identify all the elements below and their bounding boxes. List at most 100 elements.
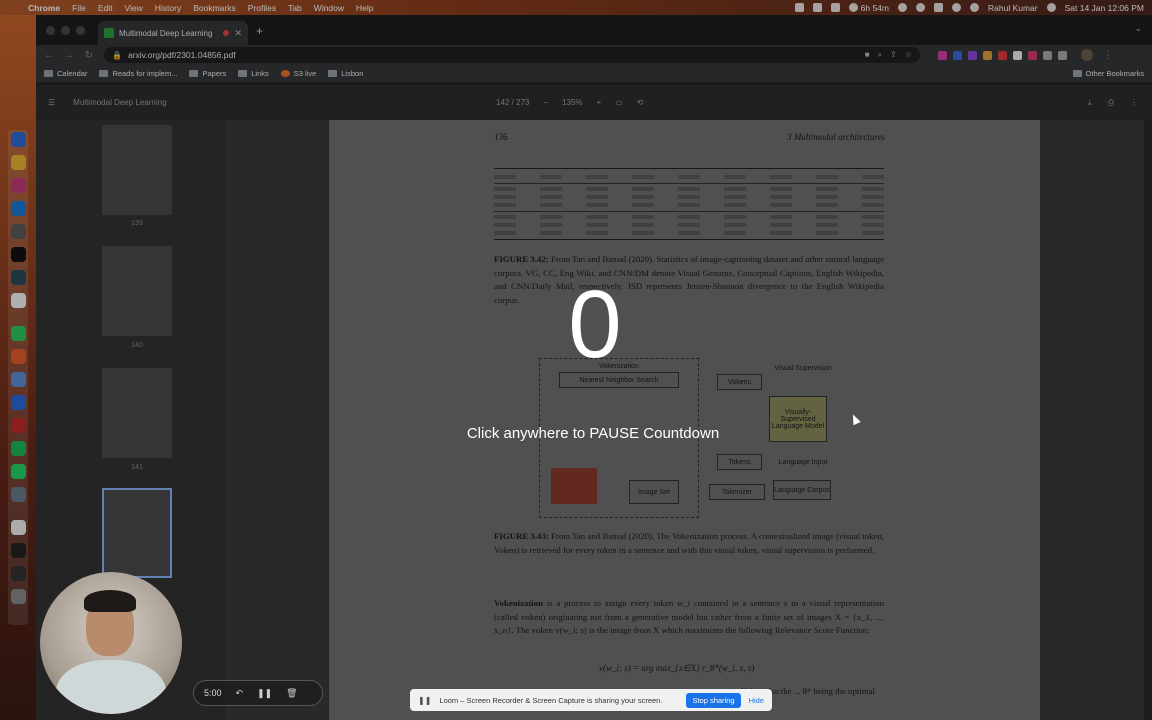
- messages-icon[interactable]: [11, 326, 26, 341]
- app-icon[interactable]: [11, 349, 26, 364]
- countdown-pause-hint[interactable]: Click anywhere to PAUSE Countdown: [393, 425, 793, 442]
- bookmark-s3-live[interactable]: S3 live: [280, 69, 316, 78]
- spotlight-search-icon[interactable]: [970, 3, 979, 12]
- sidebar-icon[interactable]: [1058, 50, 1067, 60]
- screen-time-timer[interactable]: 6h 54m: [848, 3, 889, 13]
- extension-icon[interactable]: [968, 50, 977, 60]
- menu-tab[interactable]: Tab: [288, 3, 302, 13]
- menu-window[interactable]: Window: [314, 3, 344, 13]
- fit-page-icon[interactable]: ▭: [615, 98, 623, 107]
- countdown-number[interactable]: 0: [545, 270, 645, 380]
- pause-icon[interactable]: ❚❚: [257, 688, 272, 699]
- menu-bookmarks[interactable]: Bookmarks: [193, 3, 236, 13]
- profile-avatar[interactable]: [1081, 49, 1093, 61]
- camera-icon[interactable]: ■: [865, 50, 870, 60]
- puzzle-icon[interactable]: [1043, 50, 1052, 60]
- page-indicator[interactable]: 142 / 273: [496, 98, 529, 107]
- menu-app-name[interactable]: Chrome: [28, 3, 60, 13]
- extension-icon[interactable]: [983, 50, 992, 60]
- new-tab-icon[interactable]: +: [256, 24, 263, 38]
- calendar-icon[interactable]: [794, 3, 804, 12]
- bookmark-links[interactable]: Links: [238, 69, 269, 78]
- menu-help[interactable]: Help: [356, 3, 373, 13]
- reload-icon[interactable]: ↻: [84, 50, 94, 61]
- zoom-in-icon[interactable]: +: [597, 98, 602, 107]
- translate-icon[interactable]: [953, 50, 962, 60]
- finder-icon[interactable]: [11, 132, 26, 147]
- pycharm-icon[interactable]: [11, 270, 26, 285]
- address-bar[interactable]: 🔒 arxiv.org/pdf/2301.04856.pdf ■ ⌕ ⇪ ☆: [104, 47, 920, 63]
- teams-icon[interactable]: [11, 372, 26, 387]
- bookmark-reads[interactable]: Reads for implem...: [99, 69, 177, 78]
- more-menu-icon[interactable]: ⋮: [1103, 50, 1113, 61]
- document-icon[interactable]: [11, 520, 26, 535]
- close-tab-icon[interactable]: ✕: [234, 28, 242, 39]
- slack-icon[interactable]: [11, 178, 26, 193]
- stop-sharing-button[interactable]: Stop sharing: [686, 692, 741, 708]
- bookmark-calendar[interactable]: Calendar: [44, 69, 87, 78]
- tab-active[interactable]: Multimodal Deep Learning ✕: [98, 21, 248, 45]
- user-name[interactable]: Rahul Kumar: [988, 3, 1038, 13]
- forward-icon[interactable]: →: [64, 50, 74, 61]
- extension-icon[interactable]: [938, 50, 947, 60]
- control-center-icon[interactable]: [1046, 3, 1056, 12]
- wifi-icon[interactable]: [952, 3, 961, 12]
- trash-recording-icon[interactable]: 🗑: [286, 688, 297, 699]
- drag-handle-icon[interactable]: ❚❚: [418, 696, 431, 705]
- hamburger-menu-icon[interactable]: ☰: [48, 98, 55, 107]
- whatsapp-icon[interactable]: [11, 464, 26, 479]
- extension-icon[interactable]: [1028, 50, 1037, 60]
- menu-file[interactable]: File: [72, 3, 86, 13]
- chrome-icon[interactable]: [11, 155, 26, 170]
- extension-icon[interactable]: [998, 50, 1007, 60]
- more-options-icon[interactable]: ⋮: [1130, 98, 1138, 107]
- preview-icon[interactable]: [11, 487, 26, 502]
- screenshot-icon[interactable]: [11, 543, 26, 558]
- thumbnail-page-selected[interactable]: [102, 488, 172, 578]
- info-icon[interactable]: [898, 3, 907, 12]
- close-window-icon[interactable]: [46, 26, 55, 35]
- zoom-level[interactable]: 135%: [562, 98, 582, 107]
- maximize-window-icon[interactable]: [76, 26, 85, 35]
- loom-webcam-bubble[interactable]: [40, 572, 182, 714]
- menu-history[interactable]: History: [155, 3, 181, 13]
- download-icon[interactable]: ⤓: [1088, 98, 1092, 108]
- thumbnail-page[interactable]: [102, 368, 172, 458]
- app-switcher-icon[interactable]: [11, 566, 26, 581]
- zoom-icon[interactable]: ⌕: [878, 50, 882, 60]
- thumbnail-page[interactable]: [102, 125, 172, 215]
- minimize-window-icon[interactable]: [61, 26, 70, 35]
- bluetooth-icon[interactable]: [830, 3, 840, 12]
- bookmark-papers[interactable]: Papers: [189, 69, 226, 78]
- spotify-icon[interactable]: [11, 441, 26, 456]
- print-icon[interactable]: ⎙: [1108, 98, 1114, 108]
- settings-icon[interactable]: [11, 224, 26, 239]
- calendar-dock-icon[interactable]: [11, 395, 26, 410]
- share-icon[interactable]: ⇪: [890, 50, 897, 60]
- back-icon[interactable]: ←: [44, 50, 54, 61]
- battery-icon[interactable]: [934, 3, 943, 12]
- vscode-icon[interactable]: [11, 201, 26, 216]
- menu-edit[interactable]: Edit: [98, 3, 113, 13]
- shield-icon[interactable]: [812, 3, 822, 12]
- lock-icon[interactable]: 🔒: [112, 51, 122, 60]
- git-icon[interactable]: [11, 418, 26, 433]
- extension-icon[interactable]: [1013, 50, 1022, 60]
- hide-button[interactable]: Hide: [749, 696, 764, 705]
- zoom-out-icon[interactable]: −: [543, 98, 548, 107]
- notes-icon[interactable]: [11, 293, 26, 308]
- other-bookmarks[interactable]: Other Bookmarks: [1072, 69, 1144, 78]
- bookmark-lisbon[interactable]: Lisbon: [328, 69, 363, 78]
- menu-profiles[interactable]: Profiles: [248, 3, 276, 13]
- terminal-icon[interactable]: [11, 247, 26, 262]
- rotate-icon[interactable]: ⟲: [637, 98, 644, 107]
- tab-search-icon[interactable]: ⌄: [1134, 23, 1142, 34]
- restart-icon[interactable]: ↶: [236, 688, 244, 699]
- volume-icon[interactable]: [916, 3, 925, 12]
- thumbnail-page[interactable]: [102, 246, 172, 336]
- bookmark-star-icon[interactable]: ☆: [905, 50, 912, 60]
- trash-icon[interactable]: [11, 589, 26, 604]
- date-time[interactable]: Sat 14 Jan 12:06 PM: [1065, 3, 1144, 13]
- pdf-scrollbar[interactable]: [1144, 120, 1152, 720]
- menu-view[interactable]: View: [124, 3, 142, 13]
